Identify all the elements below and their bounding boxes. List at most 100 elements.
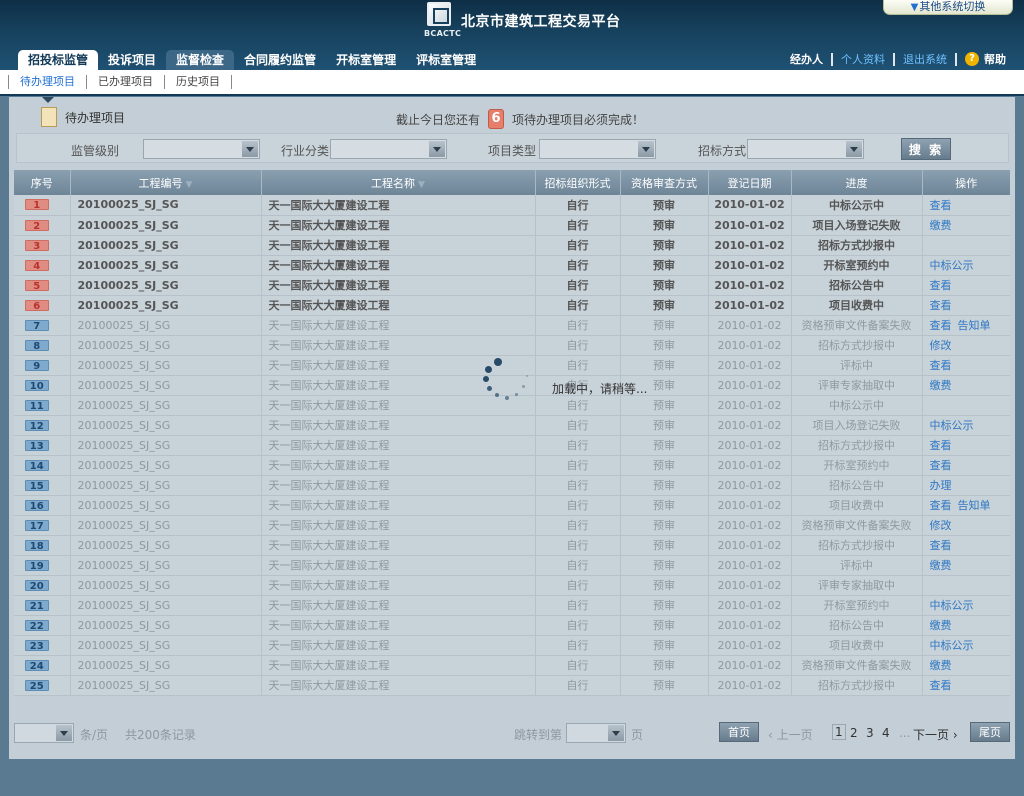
row-number-badge: 16 xyxy=(24,499,49,512)
chevron-down-icon xyxy=(56,725,72,741)
row-action-link[interactable]: 告知单 xyxy=(958,499,991,512)
todo-notice: 截止今日您还有 6 项待办理项目必须完成！ xyxy=(396,109,644,129)
row-action-link[interactable]: 修改 xyxy=(930,339,952,352)
row-action-link[interactable]: 查看 xyxy=(930,459,952,472)
cell-name: 天一国际大大厦建设工程 xyxy=(261,415,536,436)
row-action-link[interactable]: 告知单 xyxy=(958,319,991,332)
cell-ops: 中标公示 xyxy=(922,415,1010,436)
row-action-link[interactable]: 中标公示 xyxy=(930,599,974,612)
cell-org: 自行 xyxy=(535,655,621,676)
row-action-link[interactable]: 查看 xyxy=(930,319,952,332)
cell-qual: 预审 xyxy=(620,235,709,256)
subtab-pending[interactable]: 待办理项目 xyxy=(8,75,86,89)
row-action-link[interactable]: 查看 xyxy=(930,539,952,552)
logo-cube-icon xyxy=(427,2,451,26)
cell-name: 天一国际大大厦建设工程 xyxy=(261,615,536,636)
page-4[interactable]: 4 xyxy=(882,726,890,740)
row-action-link[interactable]: 缴费 xyxy=(930,219,952,232)
last-page-button[interactable]: 尾页 xyxy=(970,722,1010,742)
subtab-history[interactable]: 历史项目 xyxy=(164,75,232,89)
todo-header: 待办理项目 xyxy=(38,105,125,127)
row-action-link[interactable]: 缴费 xyxy=(930,559,952,572)
cell-code: 20100025_SJ_SG xyxy=(70,555,262,576)
profile-link[interactable]: 个人资料 xyxy=(833,52,895,66)
cell-name: 天一国际大大厦建设工程 xyxy=(261,495,536,516)
cell-progress: 资格预审文件备案失败 xyxy=(791,515,923,536)
search-button[interactable]: 搜 索 xyxy=(901,138,951,160)
row-action-link[interactable]: 查看 xyxy=(930,199,952,212)
cell-date: 2010-01-02 xyxy=(708,255,792,276)
row-number-badge: 15 xyxy=(24,479,49,492)
next-page-link[interactable]: 下一页 › xyxy=(913,726,958,743)
nav-tab-evaluation-room[interactable]: 评标室管理 xyxy=(406,50,486,70)
cell-name: 天一国际大大厦建设工程 xyxy=(261,195,536,216)
first-page-button[interactable]: 首页 xyxy=(719,722,759,742)
row-action-link[interactable]: 办理 xyxy=(930,479,952,492)
cell-code: 20100025_SJ_SG xyxy=(70,315,262,336)
cell-org: 自行 xyxy=(535,415,621,436)
nav-tab-bidding-supervision[interactable]: 招投标监管 xyxy=(18,50,99,70)
cell-date: 2010-01-02 xyxy=(708,535,792,556)
cell-progress: 资格预审文件备案失败 xyxy=(791,315,923,336)
row-action-link[interactable]: 缴费 xyxy=(930,659,952,672)
nav-tab-inspection[interactable]: 监督检查 xyxy=(166,50,235,70)
cell-name: 天一国际大大厦建设工程 xyxy=(261,595,536,616)
row-action-link[interactable]: 查看 xyxy=(930,279,952,292)
nav-tab-contract-supervision[interactable]: 合同履约监管 xyxy=(234,50,326,70)
sort-icon: ▼ xyxy=(418,179,425,190)
col-header-ops: 操作 xyxy=(922,170,1010,195)
other-system-switch-button[interactable]: ▼其他系统切换 xyxy=(883,0,1013,15)
notice-before: 截止今日您还有 xyxy=(396,112,481,127)
cell-ops: 中标公示 xyxy=(922,635,1010,656)
row-action-link[interactable]: 中标公示 xyxy=(930,419,974,432)
help-link[interactable]: ? 帮助 xyxy=(957,52,1014,66)
cell-qual: 预审 xyxy=(620,315,709,336)
row-action-link[interactable]: 查看 xyxy=(930,499,952,512)
jump-page-select[interactable] xyxy=(566,723,626,743)
switch-label: 其他系统切换 xyxy=(919,0,986,13)
prev-page-link[interactable]: ‹ 上一页 xyxy=(768,726,813,743)
row-action-link[interactable]: 查看 xyxy=(930,439,952,452)
logout-link[interactable]: 退出系统 xyxy=(895,52,957,66)
cell-code: 20100025_SJ_SG xyxy=(70,275,262,296)
row-action-link[interactable]: 缴费 xyxy=(930,619,952,632)
row-action-link[interactable]: 查看 xyxy=(930,299,952,312)
table-row: 25 20100025_SJ_SG 天一国际大大厦建设工程 自行 预审 2010-01-0… xyxy=(14,675,1010,696)
method-select[interactable] xyxy=(747,139,864,159)
cell-ops: 修改 xyxy=(922,515,1010,536)
row-action-link[interactable]: 修改 xyxy=(930,519,952,532)
row-action-link[interactable]: 中标公示 xyxy=(930,639,974,652)
project-table: 序号 工程编号 ▼ 工程名称 ▼ 招标组织形式 资格审查方式 登记日期 进度 操作 … xyxy=(14,170,1010,696)
cell-date: 2010-01-02 xyxy=(708,375,792,396)
cell-code: 20100025_SJ_SG xyxy=(70,215,262,236)
cell-qual: 预审 xyxy=(620,655,709,676)
row-action-link[interactable]: 中标公示 xyxy=(930,259,974,272)
per-page-unit: 条/页 xyxy=(80,728,109,742)
cell-progress: 中标公示中 xyxy=(791,395,923,416)
col-header-no: 序号 xyxy=(14,170,71,195)
subtab-done[interactable]: 已办理项目 xyxy=(86,75,164,89)
page-1[interactable]: 1 xyxy=(832,724,846,740)
loading-text: 加载中，请稍等... xyxy=(552,382,648,396)
per-page-select[interactable] xyxy=(14,723,74,743)
col-header-name[interactable]: 工程名称 ▼ xyxy=(261,170,536,195)
type-select[interactable] xyxy=(539,139,656,159)
cell-date: 2010-01-02 xyxy=(708,335,792,356)
col-header-code[interactable]: 工程编号 ▼ xyxy=(70,170,262,195)
cell-progress: 项目入场登记失败 xyxy=(791,215,923,236)
cell-progress: 招标方式抄报中 xyxy=(791,535,923,556)
row-action-link[interactable]: 缴费 xyxy=(930,379,952,392)
page-3[interactable]: 3 xyxy=(866,726,874,740)
page-2[interactable]: 2 xyxy=(850,726,858,740)
row-number-badge: 18 xyxy=(24,539,49,552)
row-action-link[interactable]: 查看 xyxy=(930,359,952,372)
tab-pointer xyxy=(42,97,54,103)
cell-no: 22 xyxy=(14,615,71,636)
nav-tab-opening-room[interactable]: 开标室管理 xyxy=(326,50,406,70)
level-select[interactable] xyxy=(143,139,260,159)
industry-select[interactable] xyxy=(330,139,447,159)
top-header: BCACTC 北京市建筑工程交易平台 ▼其他系统切换 招投标监管 投诉项目 监督… xyxy=(0,0,1024,70)
table-row: 20 20100025_SJ_SG 天一国际大大厦建设工程 自行 预审 2010-01-0… xyxy=(14,575,1010,596)
nav-tab-complaints[interactable]: 投诉项目 xyxy=(98,50,166,70)
row-action-link[interactable]: 查看 xyxy=(930,679,952,692)
